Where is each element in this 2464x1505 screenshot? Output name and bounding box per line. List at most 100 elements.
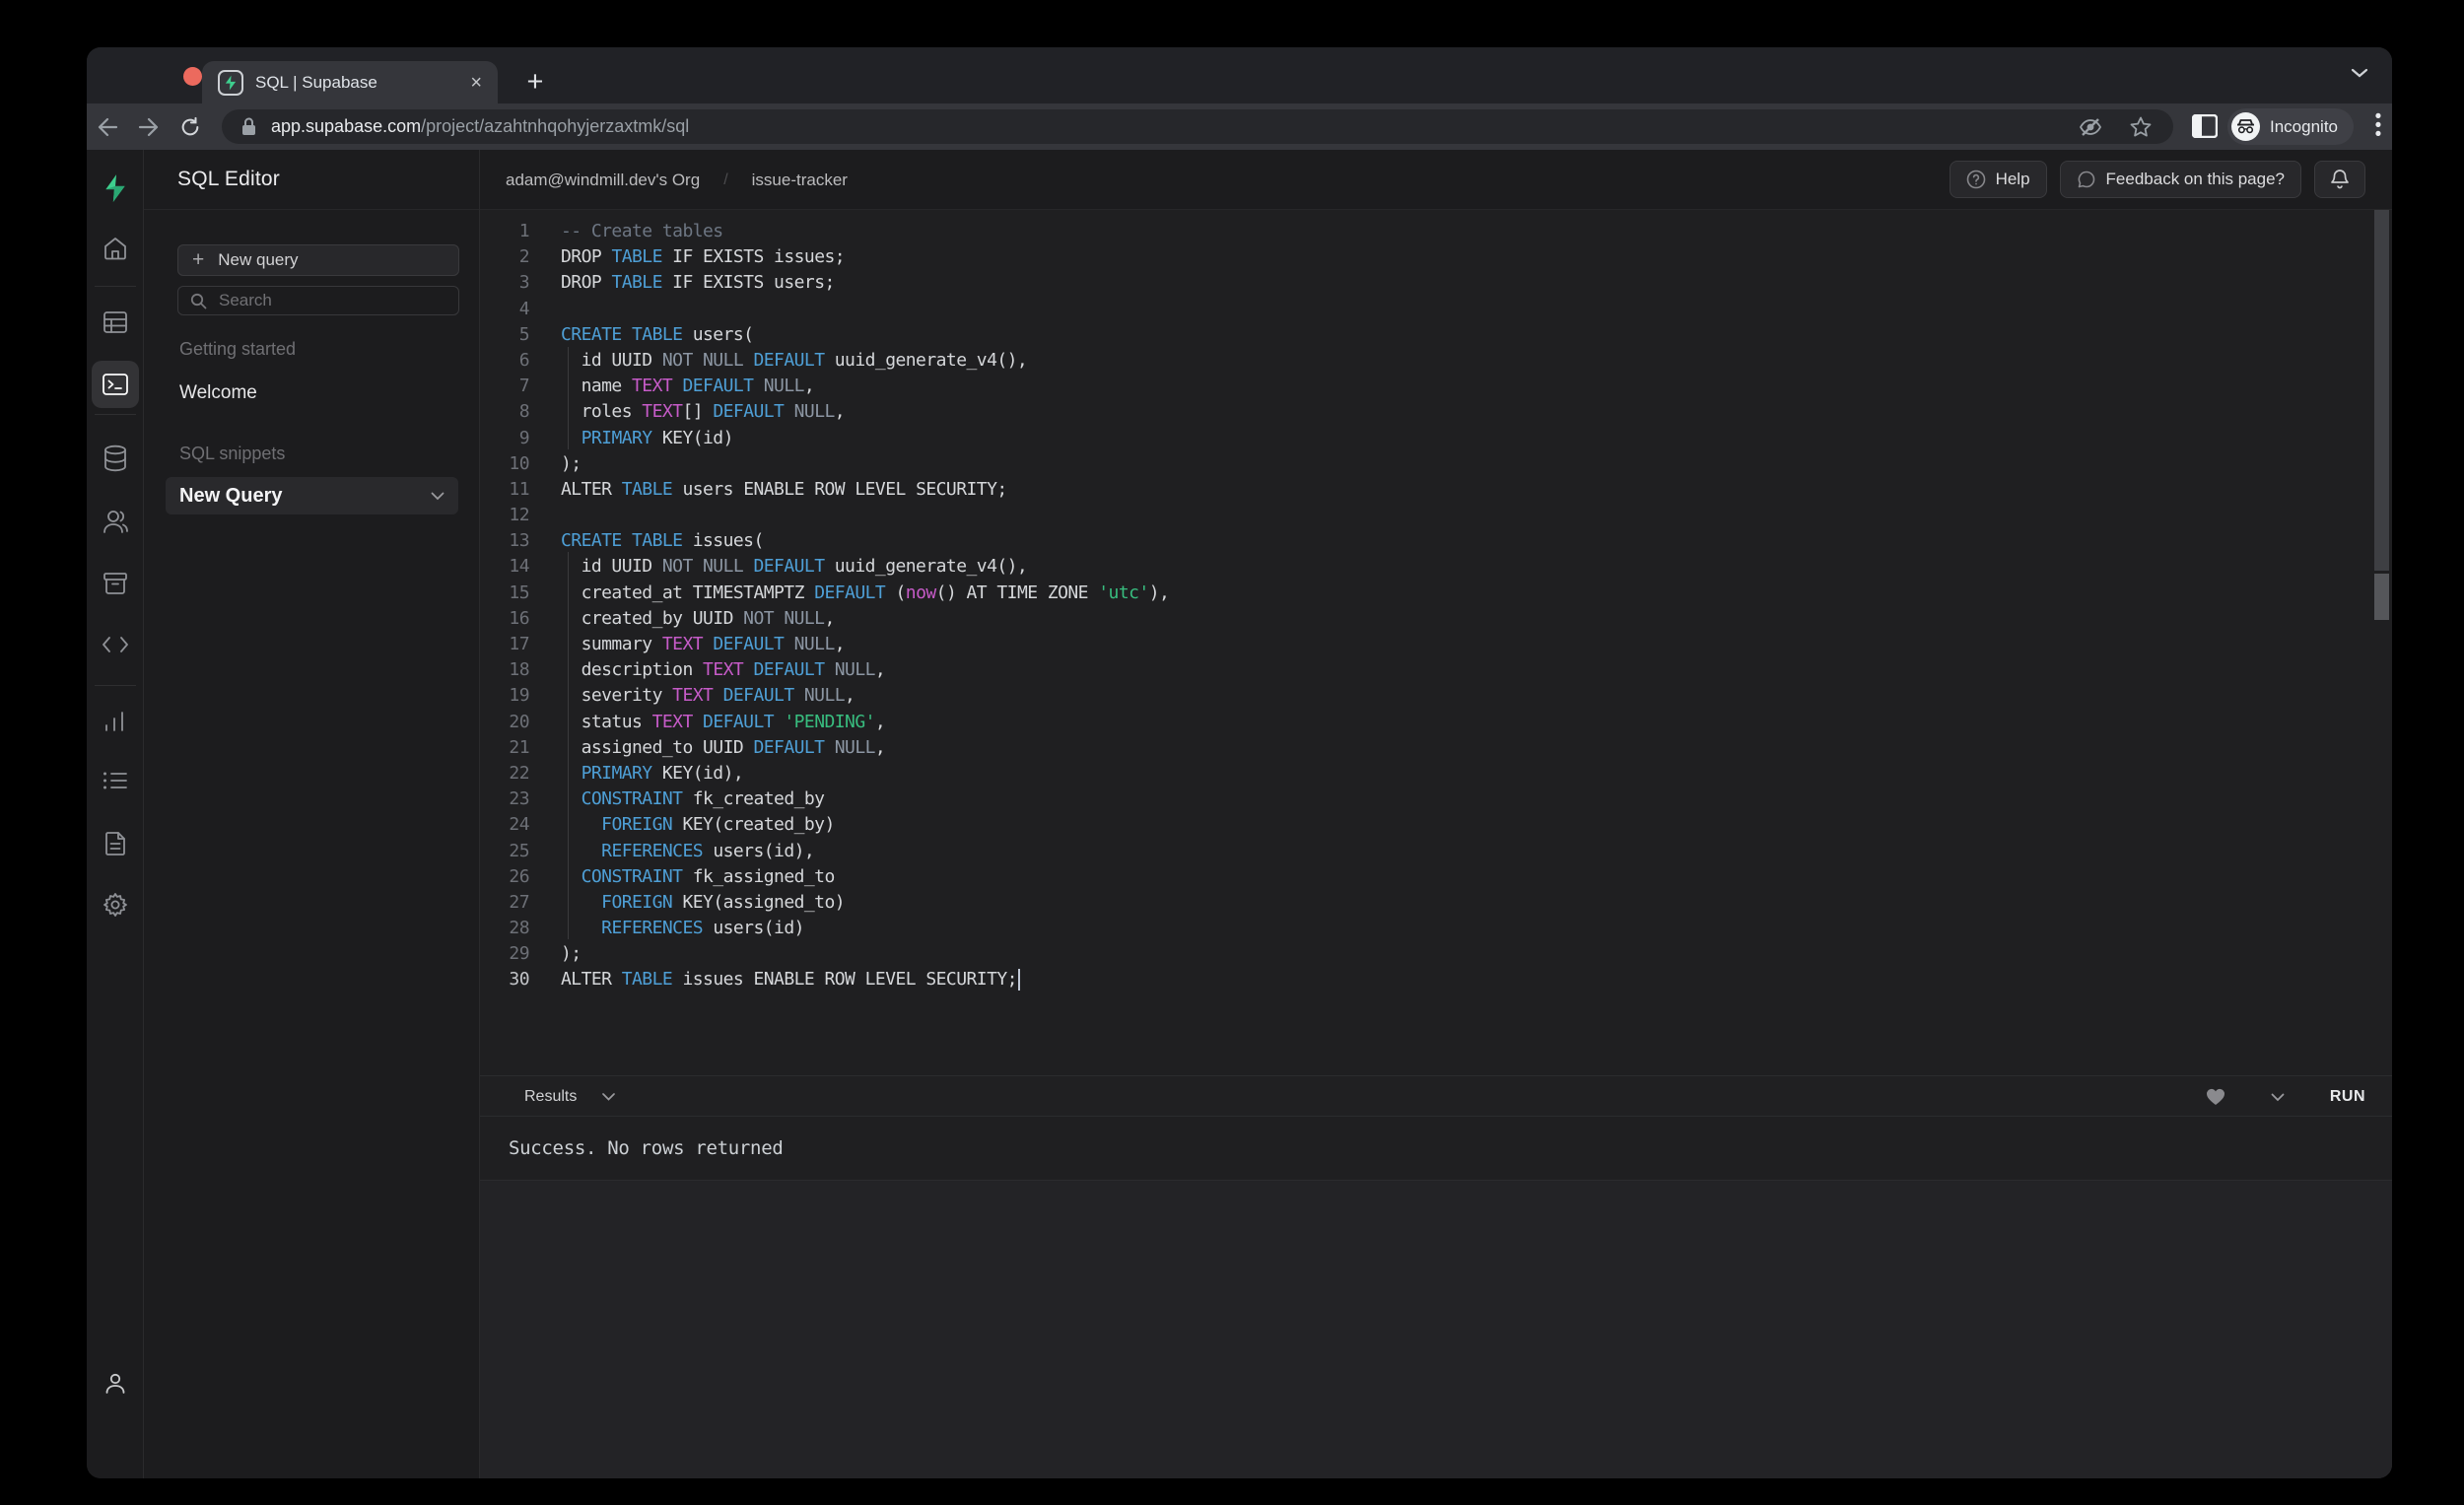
line-number: 14 [480,554,529,580]
tab-strip: SQL | Supabase × + [87,47,2392,103]
supabase-logo[interactable] [87,165,144,212]
line-number: 20 [480,710,529,735]
kebab-menu-icon[interactable]: ••• [2371,112,2385,139]
line-number: 21 [480,735,529,761]
breadcrumb-project[interactable]: issue-tracker [752,171,848,190]
sidebar-item-new-query[interactable]: New Query [166,477,458,514]
favorite-heart-icon[interactable] [2206,1088,2225,1106]
code-line[interactable]: 3DROP TABLE IF EXISTS users; [480,270,2392,296]
incognito-label: Incognito [2270,117,2338,137]
code-line[interactable]: 5CREATE TABLE users( [480,322,2392,348]
url-bar[interactable]: app.supabase.com/project/azahtnhqohyjerz… [222,109,2173,144]
logs-icon[interactable] [87,757,144,804]
nav-rail [87,150,144,1478]
line-number: 5 [480,322,529,348]
line-number: 11 [480,477,529,503]
code-line[interactable]: 10); [480,451,2392,477]
code-line[interactable]: 2DROP TABLE IF EXISTS issues; [480,244,2392,270]
code-line[interactable]: 1-- Create tables [480,219,2392,244]
chevron-down-icon[interactable] [431,492,445,501]
code-line[interactable]: 27 FOREIGN KEY(assigned_to) [480,890,2392,916]
code-line[interactable]: 15 created_at TIMESTAMPTZ DEFAULT (now()… [480,581,2392,606]
new-tab-button[interactable]: + [518,65,552,99]
star-icon[interactable] [2130,116,2152,137]
table-editor-icon[interactable] [87,299,144,346]
new-query-button[interactable]: + New query [177,244,459,276]
code-line[interactable]: 30ALTER TABLE issues ENABLE ROW LEVEL SE… [480,967,2392,992]
code-line[interactable]: 9 PRIMARY KEY(id) [480,426,2392,451]
api-code-icon[interactable] [87,621,144,668]
account-icon[interactable] [87,1360,144,1407]
code-line[interactable]: 6 id UUID NOT NULL DEFAULT uuid_generate… [480,348,2392,374]
line-number: 26 [480,864,529,890]
database-icon[interactable] [87,435,144,482]
docs-icon[interactable] [87,820,144,867]
code-line[interactable]: 26 CONSTRAINT fk_assigned_to [480,864,2392,890]
results-bar: Results RUN [480,1075,2392,1117]
plus-icon: + [192,248,204,272]
line-number: 16 [480,606,529,632]
code-line[interactable]: 29); [480,941,2392,967]
code-line[interactable]: 13CREATE TABLE issues( [480,528,2392,554]
section-label-sql-snippets: SQL snippets [179,444,285,464]
code-line[interactable]: 17 summary TEXT DEFAULT NULL, [480,632,2392,657]
side-panel-icon[interactable] [2192,114,2218,138]
supabase-app: SQL Editor + New query Search Getting st… [87,150,2392,1478]
sidebar-item-welcome[interactable]: Welcome [179,382,257,404]
editor-scrollbar[interactable] [2374,210,2389,571]
line-number: 30 [480,967,529,992]
code-line[interactable]: 22 PRIMARY KEY(id), [480,761,2392,787]
lock-icon[interactable] [241,117,256,136]
notifications-button[interactable] [2314,161,2365,198]
code-line[interactable]: 8 roles TEXT[] DEFAULT NULL, [480,399,2392,425]
tab-search-chevron-icon[interactable] [2351,67,2368,79]
sql-code-editor[interactable]: 1-- Create tables2DROP TABLE IF EXISTS i… [480,210,2392,1075]
home-icon[interactable] [87,225,144,272]
code-line[interactable]: 12 [480,503,2392,528]
breadcrumb-org[interactable]: adam@windmill.dev's Org [506,171,700,190]
sql-editor-icon[interactable] [87,361,144,408]
code-line[interactable]: 24 FOREIGN KEY(created_by) [480,812,2392,838]
back-icon[interactable] [91,110,124,144]
search-input[interactable]: Search [177,286,459,315]
line-number: 17 [480,632,529,657]
help-button[interactable]: Help [1950,161,2047,198]
code-line[interactable]: 11ALTER TABLE users ENABLE ROW LEVEL SEC… [480,477,2392,503]
feedback-button[interactable]: Feedback on this page? [2060,161,2301,198]
results-message: Success. No rows returned [509,1137,783,1159]
line-number: 9 [480,426,529,451]
run-button[interactable]: RUN [2330,1088,2365,1106]
close-window-button[interactable] [183,67,202,86]
code-line[interactable]: 19 severity TEXT DEFAULT NULL, [480,683,2392,709]
close-tab-icon[interactable]: × [470,73,482,93]
storage-icon[interactable] [87,560,144,607]
sidebar-item-label: New Query [179,485,282,508]
eye-off-icon[interactable] [2079,117,2102,137]
code-line[interactable]: 7 name TEXT DEFAULT NULL, [480,374,2392,399]
line-number: 13 [480,528,529,554]
code-line[interactable]: 16 created_by UUID NOT NULL, [480,606,2392,632]
code-line[interactable]: 18 description TEXT DEFAULT NULL, [480,657,2392,683]
line-number: 12 [480,503,529,528]
code-line[interactable]: 25 REFERENCES users(id), [480,839,2392,864]
incognito-badge[interactable]: Incognito [2227,108,2354,145]
reports-icon[interactable] [87,697,144,744]
code-line[interactable]: 23 CONSTRAINT fk_created_by [480,787,2392,812]
editor-scrollbar-thumb[interactable] [2374,574,2389,620]
reload-icon[interactable] [173,110,207,144]
settings-icon[interactable] [87,881,144,928]
line-number: 24 [480,812,529,838]
browser-tab[interactable]: SQL | Supabase × [202,61,498,103]
code-line[interactable]: 20 status TEXT DEFAULT 'PENDING', [480,710,2392,735]
code-line[interactable]: 4 [480,297,2392,322]
results-tab[interactable]: Results [524,1076,615,1118]
url-text[interactable]: app.supabase.com/project/azahtnhqohyjerz… [271,116,689,137]
code-line[interactable]: 14 id UUID NOT NULL DEFAULT uuid_generat… [480,554,2392,580]
forward-icon[interactable] [132,110,166,144]
help-button-label: Help [1996,170,2030,189]
run-options-chevron-icon[interactable] [2271,1093,2285,1102]
auth-users-icon[interactable] [87,498,144,545]
code-line[interactable]: 21 assigned_to UUID DEFAULT NULL, [480,735,2392,761]
code-line[interactable]: 28 REFERENCES users(id) [480,916,2392,941]
line-number: 3 [480,270,529,296]
